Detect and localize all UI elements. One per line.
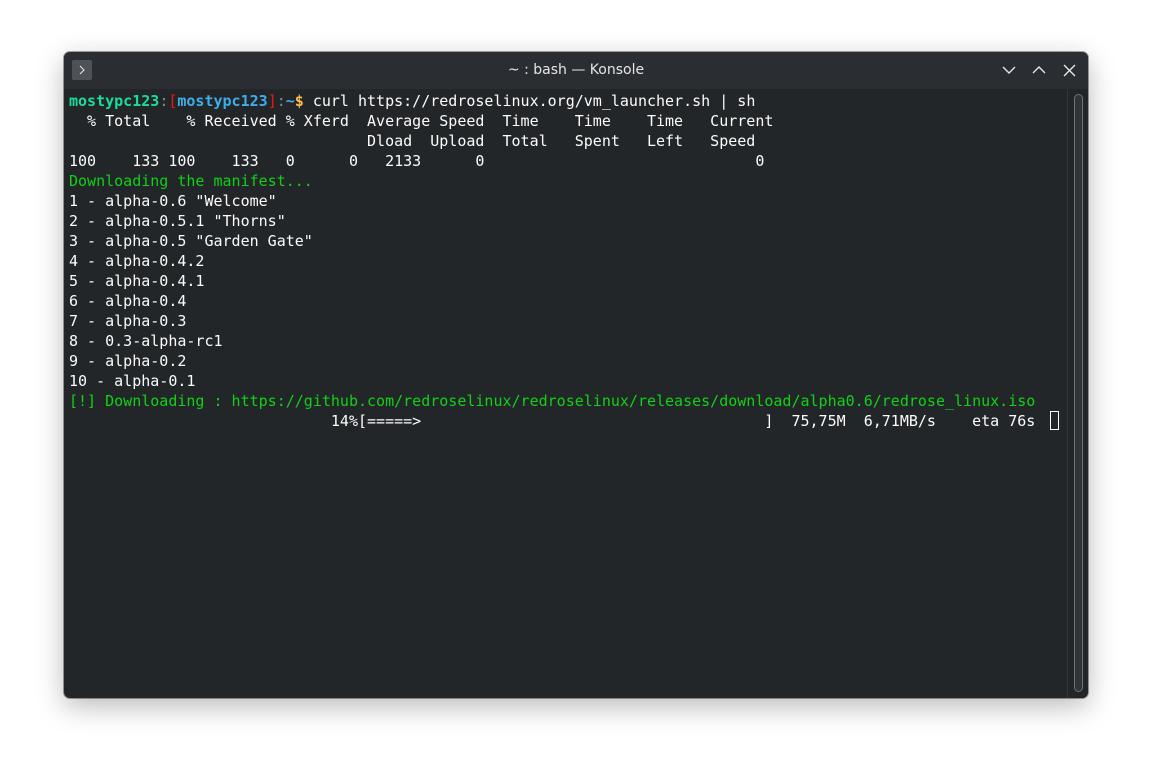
minimize-button[interactable] [999,60,1019,80]
prompt-colon-2: : [276,92,286,110]
close-icon [1063,64,1075,76]
title-bar[interactable]: ~ : bash — Konsole [64,52,1088,89]
curl-header-line-2: Dload Upload Total Spent Left Speed [69,132,756,150]
prompt-symbol: $ [294,92,304,110]
release-list-item: 5 - alpha-0.4.1 [69,272,205,290]
chevron-down-icon [1002,66,1016,74]
terminal-output[interactable]: mostypc123:[mostypc123]:~$ curl https://… [69,90,1067,690]
release-list-item: 6 - alpha-0.4 [69,292,187,310]
prompt-path: ~ [285,92,295,110]
window-title: ~ : bash — Konsole [507,62,645,78]
release-list-item: 7 - alpha-0.3 [69,312,187,330]
curl-progress-row: 100 133 100 133 0 0 2133 0 0 [69,152,765,170]
release-list-item: 1 - alpha-0.6 "Welcome" [69,192,277,210]
release-list-item: 8 - 0.3-alpha-rc1 [69,332,223,350]
konsole-window: ~ : bash — Konsole mostypc123:[mostypc12… [64,52,1088,698]
scrollbar[interactable] [1067,89,1088,698]
prompt-colon: : [159,92,169,110]
download-url-line: [!] Downloading : https://github.com/red… [69,392,1036,410]
prompt-line: mostypc123:[mostypc123]:~$ curl https://… [69,91,755,111]
release-list-item: 10 - alpha-0.1 [69,372,196,390]
chevron-up-icon [1032,66,1046,74]
manifest-status-line: Downloading the manifest... [69,172,313,190]
release-list-item: 3 - alpha-0.5 "Garden Gate" [69,232,313,250]
curl-header-line-1: % Total % Received % Xferd Average Speed… [69,112,774,130]
scrollbar-thumb[interactable] [1074,94,1083,692]
prompt-bracket-close: ] [267,92,277,110]
close-button[interactable] [1059,60,1079,80]
download-progress-line: 14%[=====> ] 75,75M 6,71MB/s eta 76s [69,412,1036,430]
release-list-item: 2 - alpha-0.5.1 "Thorns" [69,212,286,230]
maximize-button[interactable] [1029,60,1049,80]
release-list-item: 9 - alpha-0.2 [69,352,187,370]
terminal-cursor [1050,411,1059,430]
prompt-host: mostypc123 [177,92,268,110]
prompt-command: curl https://redroselinux.org/vm_launche… [303,92,756,110]
release-list-item: 4 - alpha-0.4.2 [69,252,205,270]
prompt-user: mostypc123 [69,92,160,110]
